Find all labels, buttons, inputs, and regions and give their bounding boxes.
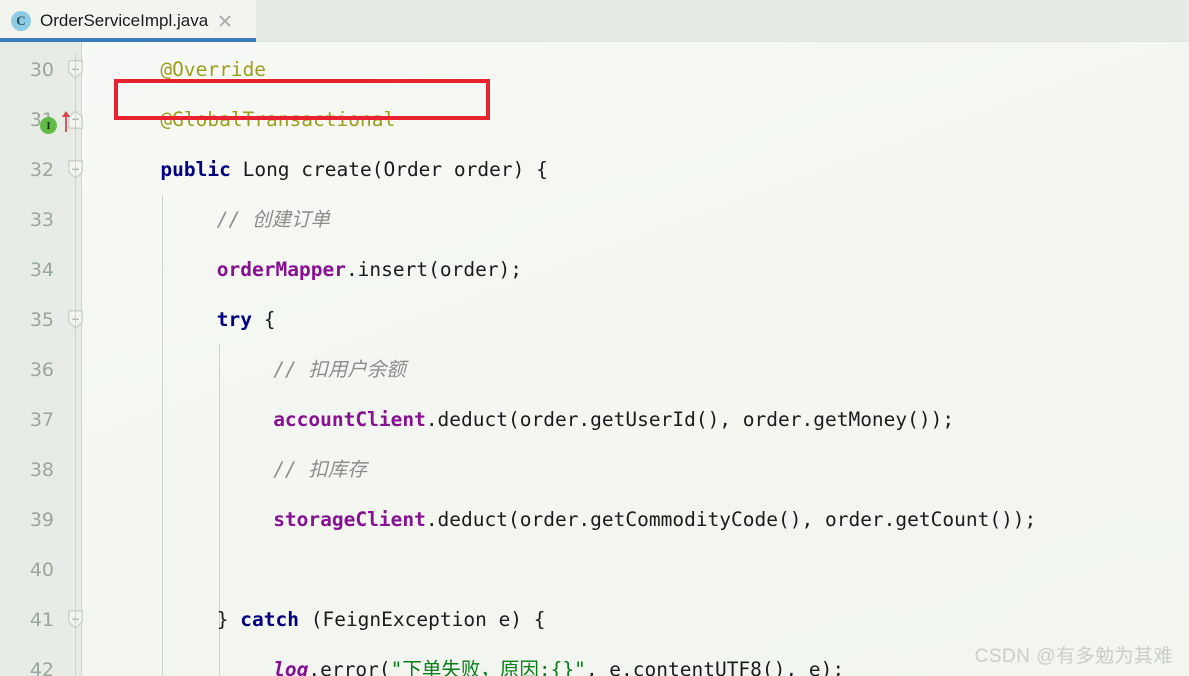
code-editor[interactable]: 30 @Override 31@GlobalTransactional 32 publi… — [0, 42, 1189, 676]
code-line[interactable]: 38 // 扣库存 — [0, 445, 1189, 495]
token-plain: { — [252, 308, 276, 331]
code-text[interactable]: orderMapper.insert(order); — [217, 245, 522, 295]
code-text[interactable]: log.error("下单失败，原因:{}", e.contentUTF8(),… — [273, 645, 844, 676]
line-number: 33 — [29, 209, 54, 231]
editor-window: C OrderServiceImpl.java 30 @Override 31@Gl… — [0, 0, 1189, 676]
code-text[interactable]: // 创建订单 — [217, 195, 330, 245]
token-statp: log — [273, 658, 309, 676]
code-line[interactable]: 30 @Override — [0, 45, 1189, 95]
token-kw: public — [160, 158, 231, 181]
token-kw: try — [216, 308, 253, 331]
line-number: 40 — [29, 559, 54, 581]
code-text[interactable]: } catch (FeignException e) { — [217, 595, 546, 645]
code-line[interactable]: 36 // 扣用户余额 — [0, 345, 1189, 395]
line-number: 35 — [29, 309, 54, 331]
java-class-icon: C — [11, 11, 31, 31]
token-fieldp: storageClient — [273, 508, 426, 531]
token-anno: @GlobalTransactional — [160, 108, 396, 131]
token-plain: } — [216, 608, 241, 631]
token-anno: @Override — [160, 58, 267, 81]
token-plain: , e.contentUTF8(), e); — [585, 658, 845, 676]
editor-tab-orderserviceimpl[interactable]: C OrderServiceImpl.java — [0, 0, 256, 42]
close-icon[interactable] — [217, 13, 233, 29]
code-line[interactable]: 33 // 创建订单 — [0, 195, 1189, 245]
line-number: 41 — [29, 609, 54, 631]
code-text[interactable]: public Long create(Order order) { — [160, 145, 547, 195]
line-number: 34 — [29, 259, 54, 281]
implementing-method-icon[interactable]: I — [40, 117, 57, 134]
code-line[interactable]: 40 — [0, 545, 1189, 595]
line-number: 39 — [29, 509, 54, 531]
code-text[interactable]: // 扣库存 — [273, 445, 367, 495]
code-line[interactable]: 39 storageClient.deduct(order.getCommodit… — [0, 495, 1189, 545]
token-cmt: // 创建订单 — [216, 208, 331, 231]
override-arrow-icon[interactable] — [60, 109, 72, 133]
token-plain: .deduct(order.getUserId(), order.getMone… — [425, 408, 955, 431]
code-text[interactable]: // 扣用户余额 — [273, 345, 406, 395]
line-number: 36 — [29, 359, 54, 381]
line-number: 32 — [29, 159, 54, 181]
code-text[interactable]: accountClient.deduct(order.getUserId(), … — [273, 395, 954, 445]
csdn-watermark: CSDN @有多勉为其难 — [974, 646, 1173, 667]
code-line[interactable]: 35 try { — [0, 295, 1189, 345]
token-fieldp: orderMapper — [216, 258, 346, 281]
editor-tab-bar: C OrderServiceImpl.java — [0, 0, 1189, 42]
code-text[interactable]: @GlobalTransactional — [160, 95, 395, 145]
editor-tab-label: OrderServiceImpl.java — [40, 11, 209, 30]
token-str: "下单失败，原因:{}" — [390, 658, 586, 676]
code-line[interactable]: 34 orderMapper.insert(order); — [0, 245, 1189, 295]
token-kw: catch — [240, 608, 299, 631]
code-text[interactable]: @Override — [160, 45, 266, 95]
code-line[interactable]: 32 public Long create(Order order) { — [0, 145, 1189, 195]
token-fieldp: accountClient — [273, 408, 426, 431]
token-plain: .deduct(order.getCommodityCode(), order.… — [425, 508, 1037, 531]
token-plain: (FeignException e) { — [298, 608, 546, 631]
token-plain: Long create(Order order) { — [230, 158, 548, 181]
token-cmt: // 扣库存 — [273, 458, 367, 481]
code-line[interactable]: 41} catch (FeignException e) { — [0, 595, 1189, 645]
code-text[interactable]: try { — [217, 295, 276, 345]
token-plain: .error( — [308, 658, 391, 676]
line-number: 30 — [29, 59, 54, 81]
token-cmt: // 扣用户余额 — [273, 358, 406, 381]
line-number: 42 — [29, 659, 54, 676]
code-text[interactable]: storageClient.deduct(order.getCommodityC… — [273, 495, 1036, 545]
code-line[interactable]: 31@GlobalTransactional — [0, 95, 1189, 145]
token-plain: .insert(order); — [345, 258, 523, 281]
line-number: 38 — [29, 459, 54, 481]
code-line[interactable]: 37 accountClient.deduct(order.getUserId()… — [0, 395, 1189, 445]
line-number: 37 — [29, 409, 54, 431]
